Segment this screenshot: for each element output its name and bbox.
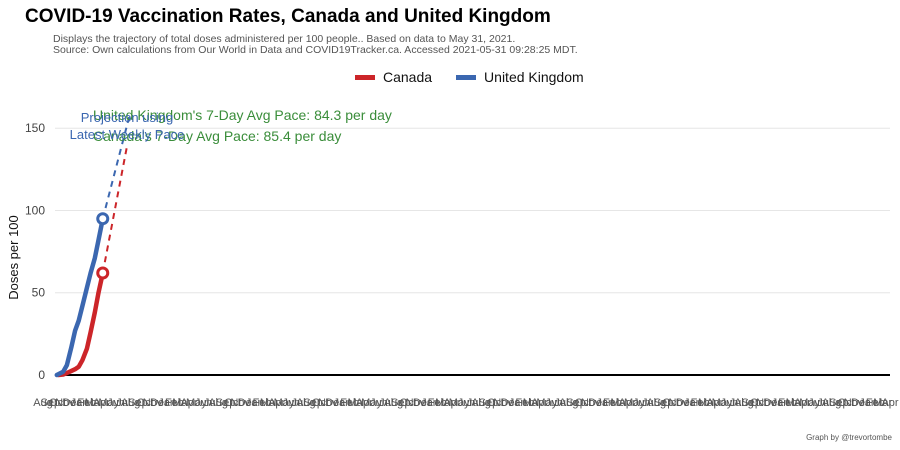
annotation-3: Latest Weekly Pace [70,127,185,142]
series-line-canada [56,270,106,378]
endpoint-marker-uk [96,212,110,226]
y-tick-label-0: 0 [38,368,45,382]
graph-credit: Graph by @trevortombe [806,433,892,442]
annotation-2: Projection using [81,110,174,125]
projection-line-canada [101,144,129,274]
y-tick-label-100: 100 [25,203,45,217]
endpoint-marker-canada [96,266,110,280]
x-tick-label: Apr [881,397,898,409]
y-tick-label-50: 50 [32,286,46,300]
y-tick-label-150: 150 [25,121,45,135]
chart-plot: 050100150Doses per 100AugSepOctNovDecJan… [6,107,899,409]
y-axis-label: Doses per 100 [6,215,21,300]
